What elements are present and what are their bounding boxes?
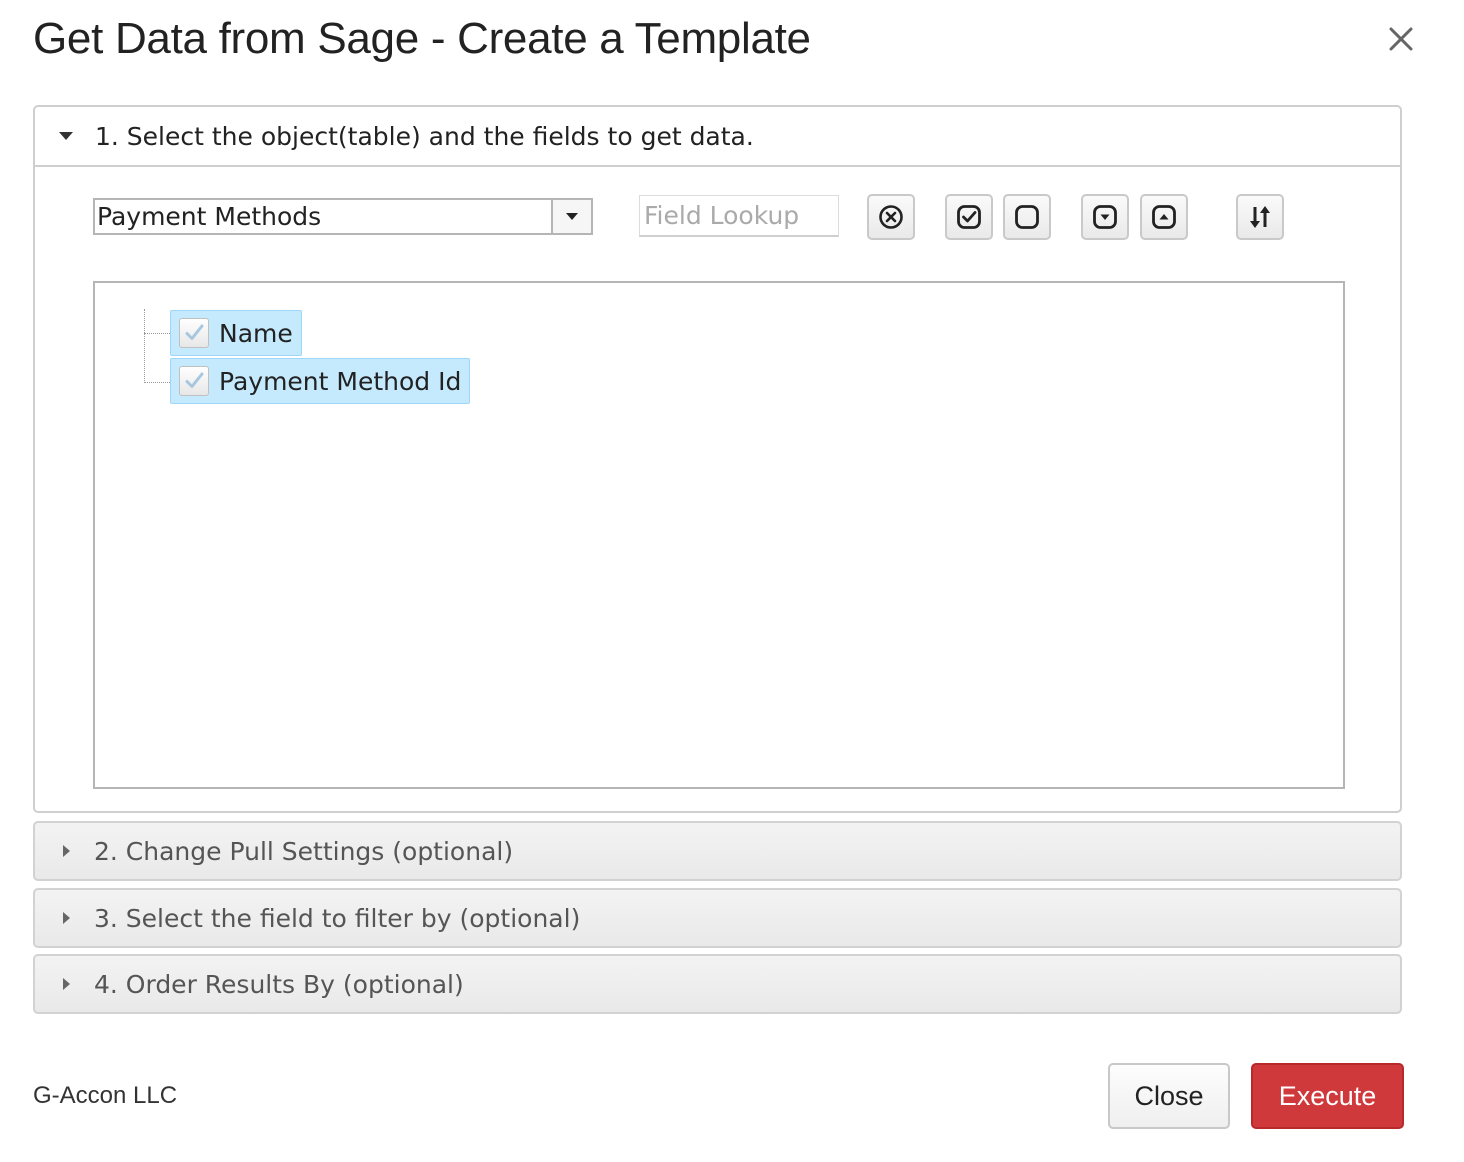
clear-circle-x-icon — [879, 205, 903, 229]
tree-connector — [144, 309, 145, 383]
section-select-object: 1. Select the object(table) and the fiel… — [33, 105, 1402, 813]
caret-right-icon — [63, 912, 70, 924]
chevron-down-icon — [566, 213, 578, 220]
section-filter-field[interactable]: 3. Select the field to filter by (option… — [33, 888, 1402, 948]
section-1-header[interactable]: 1. Select the object(table) and the fiel… — [35, 107, 1400, 167]
tree-connector — [144, 333, 170, 334]
collapse-all-button[interactable] — [1140, 194, 1188, 240]
section-pull-settings[interactable]: 2. Change Pull Settings (optional) — [33, 821, 1402, 881]
object-select-arrow[interactable] — [551, 200, 591, 233]
field-label: Name — [219, 318, 293, 348]
field-checkbox[interactable] — [179, 366, 209, 396]
sort-icon — [1250, 206, 1270, 228]
caret-right-icon — [63, 978, 70, 990]
section-order-results[interactable]: 4. Order Results By (optional) — [33, 954, 1402, 1014]
expand-all-button[interactable] — [1081, 194, 1129, 240]
close-button[interactable]: Close — [1108, 1063, 1230, 1129]
clear-lookup-button[interactable] — [867, 194, 915, 240]
field-label: Payment Method Id — [219, 366, 462, 396]
section-2-title: 2. Change Pull Settings (optional) — [94, 836, 514, 866]
caret-down-icon — [59, 132, 73, 140]
section-1-title: 1. Select the object(table) and the fiel… — [95, 121, 754, 151]
field-lookup-input[interactable] — [639, 195, 839, 237]
checkmark-icon — [185, 372, 204, 388]
section-4-title: 4. Order Results By (optional) — [94, 969, 464, 999]
close-icon[interactable] — [1384, 22, 1418, 56]
sort-button[interactable] — [1236, 194, 1284, 240]
field-checkbox[interactable] — [179, 318, 209, 348]
tree-node-payment-method-id[interactable]: Payment Method Id — [170, 358, 471, 404]
uncheck-all-button[interactable] — [1003, 194, 1051, 240]
footer-brand: G-Accon LLC — [33, 1082, 178, 1109]
dialog: Get Data from Sage - Create a Template 1… — [0, 0, 1464, 1162]
collapse-all-icon — [1152, 205, 1176, 229]
execute-button[interactable]: Execute — [1251, 1063, 1404, 1129]
dialog-title: Get Data from Sage - Create a Template — [33, 14, 811, 63]
caret-right-icon — [63, 845, 70, 857]
check-all-button[interactable] — [945, 194, 993, 240]
object-select[interactable]: Payment Methods — [93, 198, 593, 235]
tree-connector — [144, 382, 170, 383]
object-select-value: Payment Methods — [97, 202, 322, 231]
section-3-title: 3. Select the field to filter by (option… — [94, 903, 581, 933]
field-tree: Name Payment Method Id — [93, 281, 1345, 789]
checkmark-icon — [185, 324, 204, 340]
tree-node-name[interactable]: Name — [170, 310, 302, 356]
expand-all-icon — [1093, 205, 1117, 229]
uncheck-all-icon — [1015, 205, 1039, 229]
check-all-icon — [957, 205, 981, 229]
